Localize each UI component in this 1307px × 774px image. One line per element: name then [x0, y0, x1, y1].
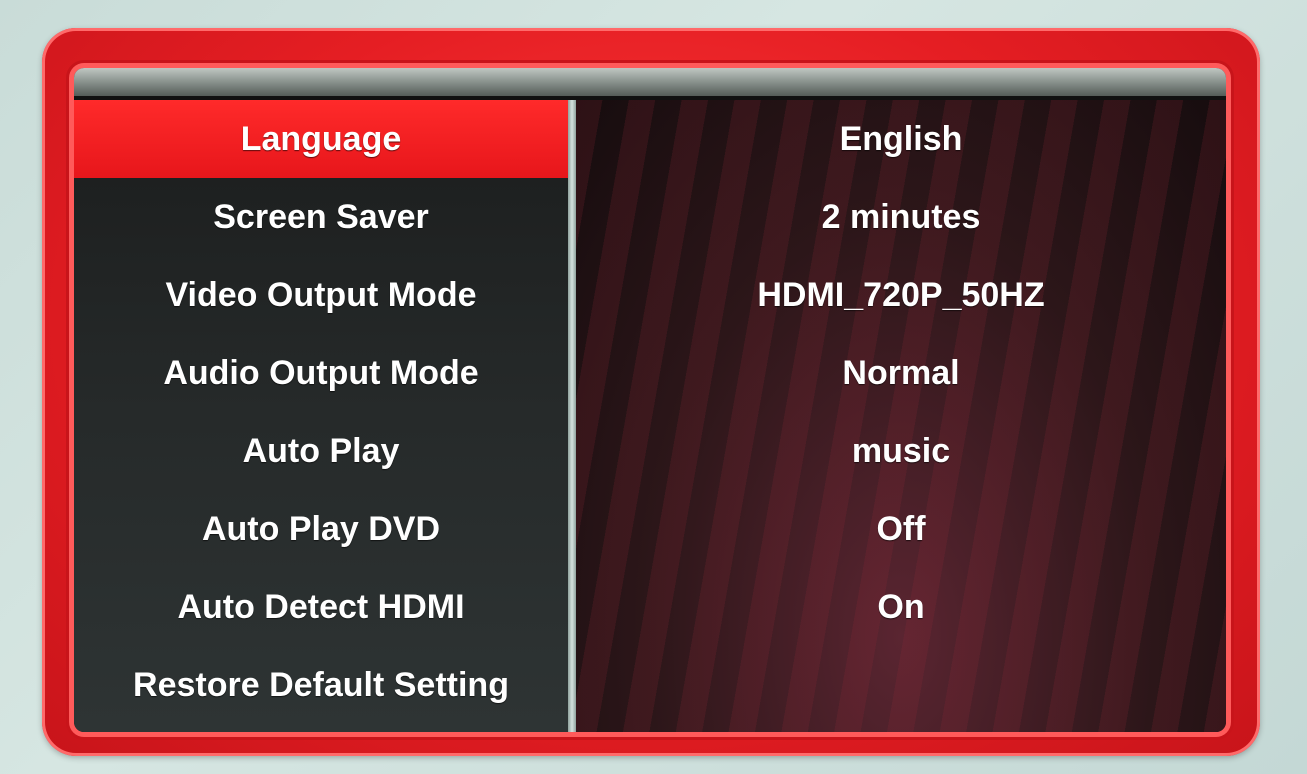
settings-window-frame: Language Screen Saver Video Output Mode …	[42, 28, 1260, 756]
column-divider	[568, 100, 576, 732]
value-language[interactable]: English	[576, 100, 1226, 178]
value-auto-play[interactable]: music	[576, 412, 1226, 490]
value-screen-saver[interactable]: 2 minutes	[576, 178, 1226, 256]
value-video-output-mode[interactable]: HDMI_720P_50HZ	[576, 256, 1226, 334]
menu-item-language[interactable]: Language	[74, 100, 568, 178]
menu-item-audio-output-mode[interactable]: Audio Output Mode	[74, 334, 568, 412]
menu-item-screen-saver[interactable]: Screen Saver	[74, 178, 568, 256]
value-auto-detect-hdmi[interactable]: On	[576, 568, 1226, 646]
settings-menu: Language Screen Saver Video Output Mode …	[74, 100, 568, 732]
value-audio-output-mode[interactable]: Normal	[576, 334, 1226, 412]
settings-values: English 2 minutes HDMI_720P_50HZ Normal …	[576, 100, 1226, 732]
menu-item-restore-default-setting[interactable]: Restore Default Setting	[74, 646, 568, 724]
menu-item-auto-play-dvd[interactable]: Auto Play DVD	[74, 490, 568, 568]
menu-item-video-output-mode[interactable]: Video Output Mode	[74, 256, 568, 334]
title-strip	[74, 68, 1226, 96]
settings-screen: Language Screen Saver Video Output Mode …	[74, 68, 1226, 732]
value-auto-play-dvd[interactable]: Off	[576, 490, 1226, 568]
menu-item-auto-play[interactable]: Auto Play	[74, 412, 568, 490]
menu-item-auto-detect-hdmi[interactable]: Auto Detect HDMI	[74, 568, 568, 646]
